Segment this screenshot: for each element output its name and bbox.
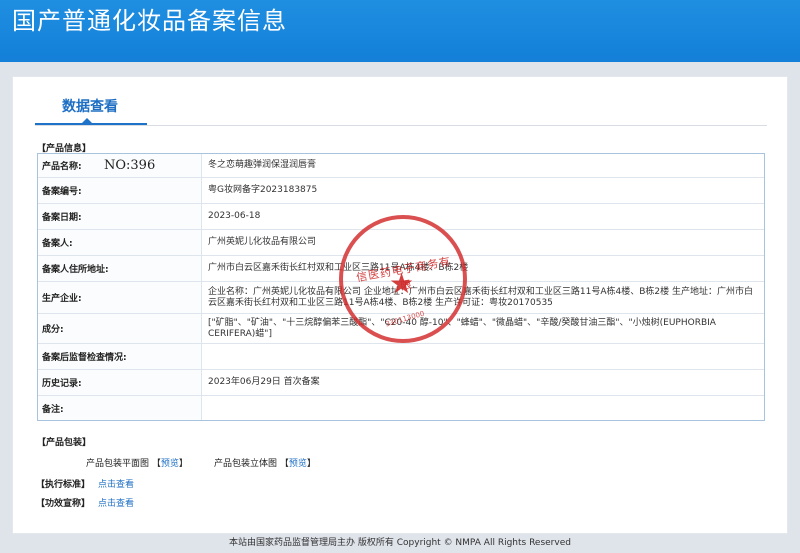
- row-value: ["矿脂"、"矿油"、"十三烷醇偏苯三酸酯"、"C20-40 醇-10"、"蜂蜡…: [208, 317, 716, 339]
- solid-preview-link[interactable]: 预览: [289, 459, 307, 469]
- table-row: 备注:: [38, 396, 764, 420]
- row-label: 成分:: [38, 314, 202, 343]
- row-value: 广州市白云区嘉禾街长红村双和工业区三路11号A栋4楼、B栋2楼: [208, 263, 469, 273]
- official-seal: 信医药电子商务有限 ★ 330113000: [339, 215, 467, 343]
- row-label: 备案人住所地址:: [38, 256, 202, 281]
- table-row: 备案编号: 粤G妆网备字2023183875: [38, 178, 764, 204]
- solid-package-label: 产品包装立体图: [214, 459, 278, 469]
- standard-row: 【执行标准】 点击查看: [36, 477, 134, 490]
- row-value: 广州英妮儿化妆品有限公司: [208, 237, 317, 247]
- row-value: 2023年06月29日 首次备案: [208, 377, 320, 387]
- packaging-title: 【产品包装】: [37, 438, 92, 448]
- row-label: 备案编号:: [38, 178, 202, 203]
- header-bar: 国产普通化妆品备案信息: [0, 0, 800, 62]
- efficacy-link[interactable]: 点击查看: [98, 499, 134, 509]
- row-value: 2023-06-18: [208, 211, 261, 221]
- row-value: 粤G妆网备字2023183875: [208, 185, 318, 195]
- row-label: 备案人:: [38, 230, 202, 255]
- flat-package-item: 产品包装平面图 【预览】: [86, 459, 188, 469]
- flat-preview-link[interactable]: 预览: [161, 459, 179, 469]
- standard-link[interactable]: 点击查看: [98, 480, 134, 490]
- efficacy-row: 【功效宣称】 点击查看: [36, 496, 134, 509]
- efficacy-label: 【功效宣称】: [36, 499, 91, 509]
- watermark-number: NO:396: [104, 158, 156, 173]
- row-label: 备注:: [38, 396, 202, 420]
- row-label: 备案日期:: [38, 204, 202, 229]
- table-row: 备案后监督检查情况:: [38, 344, 764, 370]
- page-title: 国产普通化妆品备案信息: [12, 7, 287, 35]
- row-value: [202, 396, 764, 420]
- seal-star-icon: ★: [389, 267, 415, 300]
- row-value: [202, 344, 764, 369]
- table-row: 历史记录: 2023年06月29日 首次备案: [38, 370, 764, 396]
- row-value: 冬之恋萌趣弹润保湿润唇膏: [208, 160, 317, 170]
- row-label: 生产企业:: [38, 282, 202, 313]
- table-row: 产品名称: 冬之恋萌趣弹润保湿润唇膏 NO:396: [38, 154, 764, 178]
- seal-code: 330113000: [384, 309, 426, 329]
- row-value: 企业名称：广州英妮儿化妆品有限公司 企业地址：广州市白云区嘉禾街长红村双和工业区…: [208, 286, 753, 308]
- flat-package-label: 产品包装平面图: [86, 459, 150, 469]
- row-label: 历史记录:: [38, 370, 202, 395]
- footer: 本站由国家药品监督管理局主办 版权所有 Copyright © NMPA All…: [229, 538, 571, 548]
- packaging-links: 产品包装平面图 【预览】 产品包装立体图 【预览】: [0, 456, 800, 470]
- solid-package-item: 产品包装立体图 【预览】: [214, 459, 316, 469]
- standard-label: 【执行标准】: [36, 480, 91, 490]
- tab-divider: [35, 125, 767, 126]
- row-label: 备案后监督检查情况:: [38, 344, 202, 369]
